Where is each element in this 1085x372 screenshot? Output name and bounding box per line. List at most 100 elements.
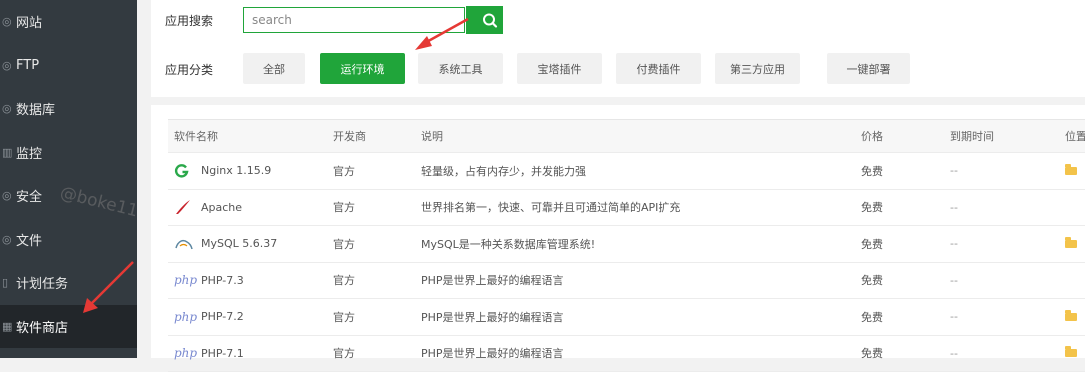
- search-input[interactable]: [243, 7, 465, 33]
- sidebar-item-2[interactable]: ◎ FTP: [0, 44, 137, 88]
- store-icon: ▦: [2, 320, 12, 333]
- expiry: --: [950, 336, 1050, 372]
- location-cell: [1065, 153, 1085, 189]
- category-tab-6[interactable]: 第三方应用: [715, 53, 800, 84]
- header-developer: 开发商: [333, 120, 413, 152]
- table-body: Nginx 1.15.9官方轻量级，占有内存少，并发能力强免费--Apache官…: [168, 153, 1085, 372]
- price: 免费: [861, 336, 941, 372]
- price: 免费: [861, 190, 941, 226]
- database-icon: ◎: [2, 102, 12, 115]
- description: MySQL是一种关系数据库管理系统!: [421, 226, 841, 262]
- expiry: --: [950, 226, 1050, 262]
- sidebar-item-label: 计划任务: [16, 273, 68, 292]
- category-tab-7[interactable]: 一键部署: [827, 53, 910, 84]
- header-price: 价格: [861, 120, 941, 152]
- developer: 官方: [333, 336, 413, 372]
- category-tab-2[interactable]: 运行环境: [320, 53, 405, 84]
- upload-icon: ◎: [2, 59, 12, 72]
- monitor-icon: ▥: [2, 146, 12, 159]
- sidebar-item-label: 软件商店: [16, 317, 68, 336]
- globe-icon: ◎: [2, 15, 12, 28]
- sidebar-item-label: 安全: [16, 186, 42, 205]
- description: 世界排名第一，快速、可靠并且可通过简单的API扩充: [421, 190, 841, 226]
- header-location: 位置: [1065, 120, 1085, 152]
- expiry: --: [950, 299, 1050, 335]
- table-row: Apache 官方世界排名第一，快速、可靠并且可通过简单的API扩充免费--: [168, 190, 1085, 227]
- sidebar-item-8[interactable]: ▦ 软件商店: [0, 305, 137, 349]
- mysql-logo: [174, 236, 198, 252]
- expiry: --: [950, 153, 1050, 189]
- sidebar-item-1[interactable]: ◎ 网站: [0, 0, 137, 44]
- location-cell: [1065, 263, 1085, 299]
- sidebar-item-3[interactable]: ◎ 数据库: [0, 87, 137, 131]
- price: 免费: [861, 226, 941, 262]
- software-name-cell: phpPHP-7.1: [174, 336, 324, 372]
- software-name: PHP-7.3: [201, 274, 244, 287]
- location-cell: [1065, 299, 1085, 335]
- price: 免费: [861, 299, 941, 335]
- table-row: Nginx 1.15.9官方轻量级，占有内存少，并发能力强免费--: [168, 153, 1085, 190]
- php-logo: php: [174, 310, 198, 324]
- location-cell: [1065, 336, 1085, 372]
- table-row: MySQL 5.6.37 官方MySQL是一种关系数据库管理系统! 免费--: [168, 226, 1085, 263]
- folder-icon[interactable]: [1065, 167, 1077, 175]
- table-row: phpPHP-7.1官方PHP是世界上最好的编程语言免费--: [168, 336, 1085, 372]
- php-logo-text: php: [174, 273, 197, 287]
- table-row: php PHP-7.3 官方PHP是世界上最好的编程语言免费--: [168, 263, 1085, 300]
- sidebar-item-label: 网站: [16, 12, 42, 31]
- price: 免费: [861, 153, 941, 189]
- description: PHP是世界上最好的编程语言: [421, 263, 841, 299]
- developer: 官方: [333, 153, 413, 189]
- software-name: MySQL 5.6.37: [201, 237, 277, 250]
- category-tab-5[interactable]: 付费插件: [616, 53, 701, 84]
- software-name-cell: MySQL 5.6.37: [174, 226, 324, 262]
- php-logo: php: [174, 346, 198, 360]
- table-row: php PHP-7.2 官方PHP是世界上最好的编程语言免费--: [168, 299, 1085, 336]
- php-logo-text: php: [174, 346, 197, 360]
- developer: 官方: [333, 190, 413, 226]
- sidebar-item-7[interactable]: ▯ 计划任务: [0, 261, 137, 305]
- software-name-cell: php PHP-7.3: [174, 263, 324, 299]
- sidebar-item-6[interactable]: ◎ 文件: [0, 218, 137, 262]
- description: PHP是世界上最好的编程语言: [421, 299, 841, 335]
- table-header: 软件名称 开发商 说明 价格 到期时间 位置: [168, 120, 1085, 153]
- shield-icon: ◎: [2, 189, 12, 202]
- sidebar-item-label: 数据库: [16, 99, 55, 118]
- software-name-cell: php PHP-7.2: [174, 299, 324, 335]
- developer: 官方: [333, 263, 413, 299]
- sidebar-item-label: 文件: [16, 230, 42, 249]
- apache-logo: [174, 199, 198, 215]
- developer: 官方: [333, 299, 413, 335]
- description: PHP是世界上最好的编程语言: [421, 336, 841, 372]
- software-name-cell: Nginx 1.15.9: [174, 153, 324, 189]
- folder-icon[interactable]: [1065, 313, 1077, 321]
- sidebar-item-label: FTP: [16, 58, 39, 73]
- header-expiry: 到期时间: [950, 120, 1050, 152]
- sidebar-item-label: 监控: [16, 143, 42, 162]
- software-name-cell: Apache: [174, 190, 324, 226]
- clock-icon: ▯: [2, 276, 12, 289]
- software-name: Apache: [201, 201, 242, 214]
- price: 免费: [861, 263, 941, 299]
- folder-icon[interactable]: [1065, 240, 1077, 248]
- software-name: PHP-7.2: [201, 310, 244, 323]
- software-table: 软件名称 开发商 说明 价格 到期时间 位置 Nginx 1.15.9官方轻量级…: [168, 119, 1085, 372]
- app-filter-panel: 应用搜索 应用分类 全部运行环境系统工具宝塔插件付费插件第三方应用一键部署: [151, 0, 1085, 97]
- software-table-panel: 软件名称 开发商 说明 价格 到期时间 位置 Nginx 1.15.9官方轻量级…: [151, 105, 1085, 358]
- php-logo-text: php: [174, 310, 197, 324]
- header-description: 说明: [421, 120, 841, 152]
- folder-icon[interactable]: [1065, 349, 1077, 357]
- category-tab-4[interactable]: 宝塔插件: [517, 53, 602, 84]
- category-label: 应用分类: [165, 61, 213, 78]
- search-button[interactable]: [466, 6, 503, 34]
- category-tab-1[interactable]: 全部: [243, 53, 305, 84]
- expiry: --: [950, 263, 1050, 299]
- software-name: Nginx 1.15.9: [201, 164, 271, 177]
- developer: 官方: [333, 226, 413, 262]
- expiry: --: [950, 190, 1050, 226]
- php-logo: php: [174, 273, 198, 287]
- folder-icon: ◎: [2, 233, 12, 246]
- category-tab-3[interactable]: 系统工具: [418, 53, 503, 84]
- sidebar-menu: ◎ 网站 ◎ FTP ◎ 数据库 ▥ 监控 ◎ 安全 ◎ 文件 ▯ 计划任务 ▦ 软件商店: [0, 0, 137, 348]
- sidebar-item-4[interactable]: ▥ 监控: [0, 131, 137, 175]
